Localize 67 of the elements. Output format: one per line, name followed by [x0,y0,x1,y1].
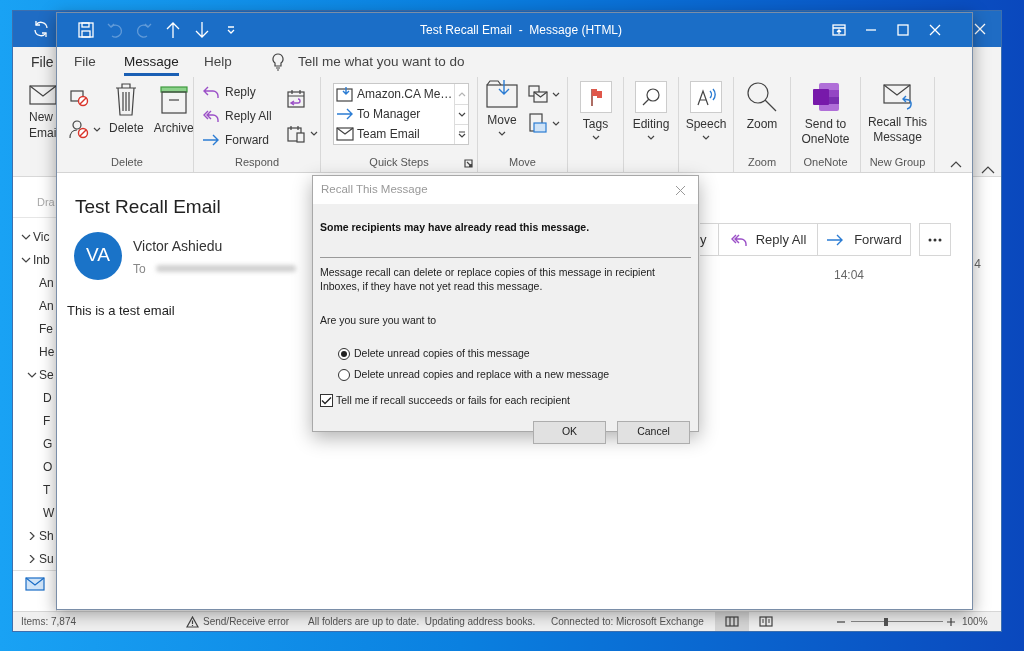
message-time: 4 [974,256,981,273]
message-time: 14:04 [833,268,864,282]
message-body: This is a test email [67,302,175,318]
folder-item[interactable]: Inb [33,251,50,270]
window-title: Test Recall Email - Message (HTML) [420,22,623,39]
group-label: New Group [869,156,926,168]
message-subject: Test Recall Email [75,196,221,217]
group-label: Delete [111,156,143,168]
ribbon-button[interactable]: Recall This Message [862,77,933,145]
forward-button[interactable]: Forward [818,223,911,256]
ribbon-button[interactable]: Editing [632,77,670,140]
folder-item[interactable]: F [43,411,51,430]
new-email-button[interactable]: New Emai [29,85,57,141]
sender-name: Victor Ashiedu [133,236,224,256]
group-label: Quick Steps [369,156,429,168]
group-label: OneNote [803,156,848,168]
quick-step[interactable]: Team Email [336,124,454,144]
tab[interactable]: Help [204,52,232,76]
ribbon-button[interactable]: Delete [109,77,144,136]
cropped-button[interactable]: y [700,223,719,256]
ribbon-button[interactable]: Speech [685,77,727,140]
folder-item[interactable]: Su [39,549,54,568]
dialog-description: Message recall can delete or replace copies of this message in recipient Inboxes, if they have not yet read this message. [320,265,656,293]
send-receive-error[interactable]: Send/Receive error [203,614,290,629]
quick-step[interactable]: Amazon.CA Me… [336,84,454,104]
group-label: Move [509,156,536,168]
folder-item[interactable]: O [43,457,53,476]
ribbon-button[interactable]: Archive [153,77,194,136]
folder-item[interactable]: Se [39,366,54,385]
dialog-title: Recall This Message [321,182,428,198]
zoom-level: 100% [962,615,988,629]
folder-pane-hint: Dra [37,196,55,208]
dialog-question: Are you sure you want to [320,314,437,326]
ok-button[interactable]: OK [533,420,606,444]
folder-item[interactable]: G [43,434,53,453]
ribbon-button[interactable]: Move [486,77,518,136]
folder-item[interactable]: D [43,389,52,408]
folder-item[interactable]: Vic [33,228,50,247]
connection-status: Connected to: Microsoft Exchange [551,616,704,627]
option-label[interactable]: Delete unread copies of this message [354,345,530,362]
folder-item[interactable]: Sh [39,526,54,545]
reply-all-button[interactable]: Reply All [719,223,818,256]
ribbon-button[interactable]: Reply [202,80,272,104]
group-label: Zoom [747,156,777,168]
sync-status: All folders are up to date. Updating address books. [308,616,536,627]
ribbon-button[interactable]: Send to OneNote [793,77,858,147]
avatar: VA [74,231,122,280]
ribbon-button[interactable]: Reply All [202,104,272,128]
item-count: Items: 7,874 [21,616,77,627]
folder-item[interactable]: An [39,274,54,293]
ribbon-button[interactable]: Zoom [745,77,779,132]
quick-step[interactable]: To Manager [336,104,454,124]
folder-item[interactable]: He [39,343,55,362]
dialog-heading: Some recipients may have already read this message. [320,221,590,233]
cancel-button[interactable]: Cancel [617,420,690,444]
tab[interactable]: File [74,52,96,76]
folder-item[interactable]: T [43,480,51,499]
checkbox-label[interactable]: Tell me if recall succeeds or fails for each recipient [336,393,570,409]
to-label: To [133,260,146,278]
folder-item[interactable]: Fe [39,320,53,339]
tell-me-field[interactable]: Tell me what you want to do [298,51,465,73]
group-label: Respond [234,156,279,168]
tab[interactable]: File [31,51,54,73]
option-label[interactable]: Delete unread copies and replace with a new message [354,366,610,383]
ribbon-button[interactable]: Forward [202,128,272,152]
folder-item[interactable]: An [39,297,54,316]
folder-item[interactable]: W [43,503,55,522]
